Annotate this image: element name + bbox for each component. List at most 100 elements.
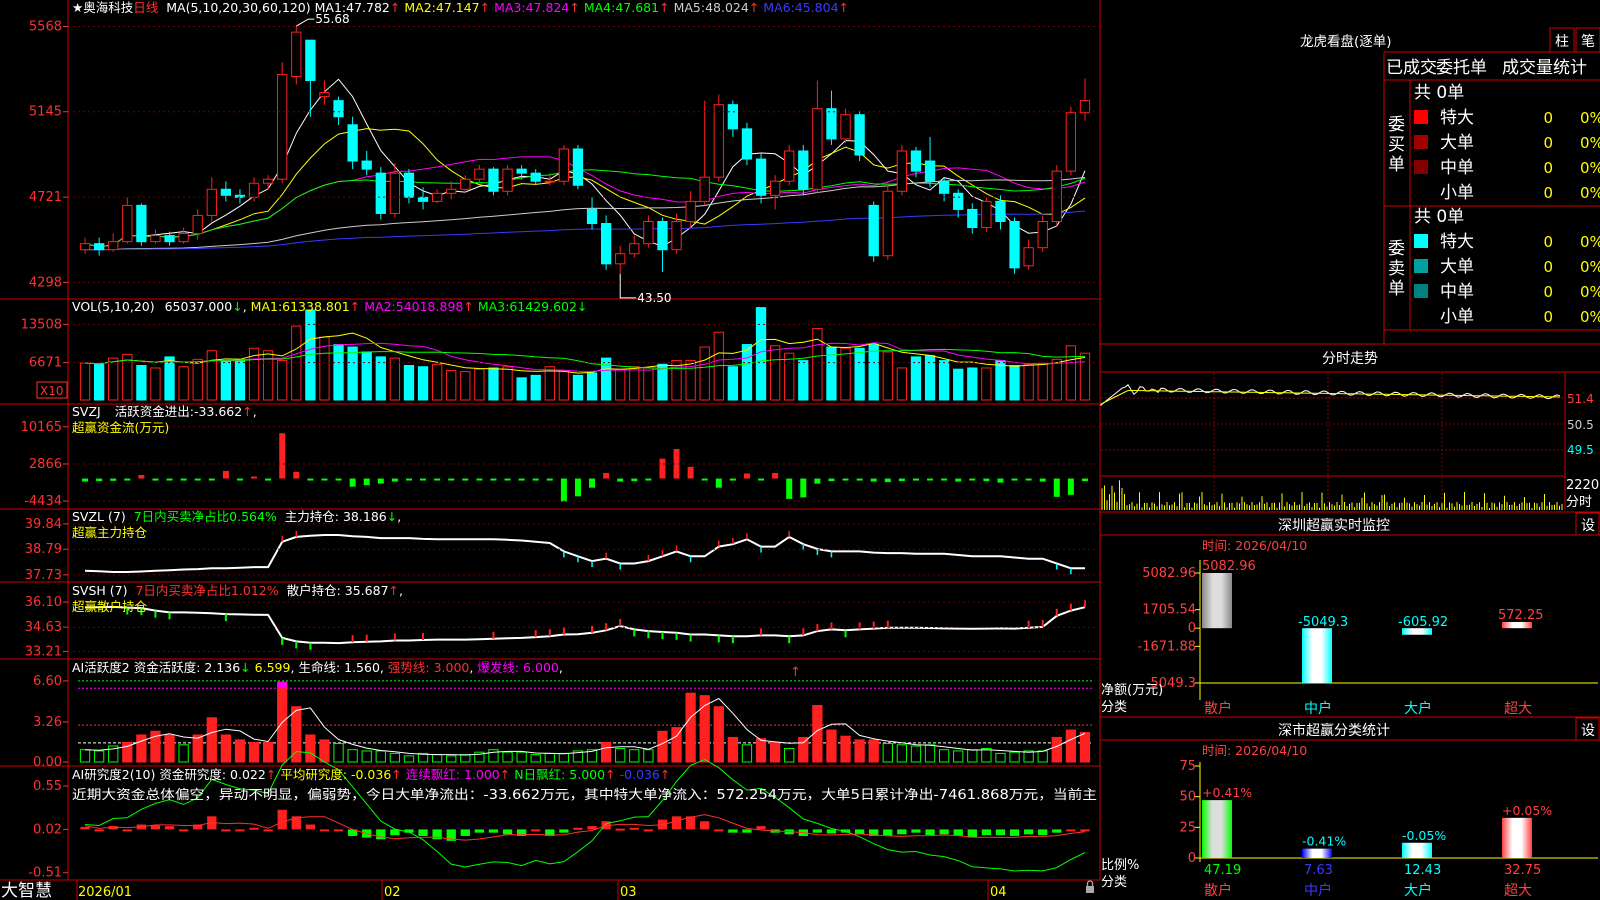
candle[interactable]	[953, 192, 964, 210]
candle[interactable]	[1037, 221, 1048, 249]
ai-active-bar[interactable]	[713, 706, 724, 763]
volume-bar[interactable]	[122, 353, 133, 401]
candle[interactable]	[938, 180, 950, 194]
svzj-bar[interactable]	[208, 478, 215, 481]
svzj-bar[interactable]	[110, 478, 117, 481]
volume-bar[interactable]	[446, 369, 457, 401]
candle[interactable]	[586, 208, 598, 225]
ai-active-bar[interactable]	[389, 752, 401, 763]
ai-research-bar[interactable]	[460, 829, 470, 836]
svzj-bar[interactable]	[687, 466, 694, 479]
svzj-bar[interactable]	[518, 478, 525, 481]
volume-bar[interactable]	[1065, 345, 1077, 401]
svzj-bar[interactable]	[701, 478, 708, 481]
candle[interactable]	[108, 241, 119, 251]
ai-research-bar[interactable]	[756, 826, 766, 830]
ai-active-bar[interactable]	[530, 754, 541, 763]
volume-bar[interactable]	[882, 351, 893, 401]
volume-bar[interactable]	[150, 367, 161, 401]
svzj-bar[interactable]	[603, 472, 610, 479]
volume-bar[interactable]	[981, 367, 992, 401]
volume-bar[interactable]	[671, 360, 682, 401]
volume-bar[interactable]	[938, 360, 950, 401]
volume-bar[interactable]	[431, 363, 443, 401]
ai-active-bar[interactable]	[643, 749, 654, 763]
candle[interactable]	[375, 172, 386, 214]
volume-bar[interactable]	[741, 344, 753, 401]
svzj-bar[interactable]	[955, 478, 962, 482]
candle[interactable]	[643, 221, 654, 245]
svzj-bar[interactable]	[265, 478, 272, 481]
candle[interactable]	[93, 243, 105, 251]
volume-bar[interactable]	[474, 368, 485, 401]
ai-active-bar[interactable]	[826, 729, 837, 763]
candle[interactable]	[206, 188, 217, 216]
svzj-bar[interactable]	[969, 478, 976, 481]
bar-view-button[interactable]: 柱	[1549, 27, 1575, 53]
ai-active-bar[interactable]	[1051, 736, 1062, 763]
svzj-bar[interactable]	[293, 471, 300, 479]
svzj-bar[interactable]	[405, 478, 412, 481]
volume-bar[interactable]	[375, 356, 386, 401]
ai-research-bar[interactable]	[488, 829, 499, 833]
svzj-bar[interactable]	[589, 478, 596, 488]
ai-active-bar[interactable]	[755, 738, 767, 763]
candle[interactable]	[755, 158, 767, 196]
volume-bar[interactable]	[544, 366, 555, 401]
svzj-bar[interactable]	[180, 478, 187, 481]
svzj-bar[interactable]	[349, 478, 356, 487]
candle[interactable]	[713, 104, 724, 178]
candle[interactable]	[896, 150, 908, 192]
candle[interactable]	[192, 214, 203, 235]
candle[interactable]	[699, 176, 710, 202]
volume-bar[interactable]	[460, 371, 471, 401]
candle[interactable]	[446, 188, 457, 194]
monitor-bar-2[interactable]: -605.92 大户	[1398, 615, 1448, 717]
ai-research-bar[interactable]	[94, 829, 104, 832]
volume-bar[interactable]	[79, 362, 91, 401]
ai-research-bar[interactable]	[418, 829, 428, 836]
svzj-bar[interactable]	[420, 478, 427, 481]
candle[interactable]	[910, 150, 922, 172]
ai-active-bar[interactable]	[910, 745, 922, 763]
volume-bar[interactable]	[1051, 358, 1062, 401]
candle[interactable]	[530, 172, 541, 182]
volume-bar[interactable]	[488, 367, 499, 401]
candle[interactable]	[1065, 112, 1077, 172]
candle[interactable]	[741, 128, 753, 160]
volume-bar[interactable]	[136, 365, 147, 401]
candle[interactable]	[868, 204, 879, 257]
volume-bar[interactable]	[93, 363, 105, 401]
ai-active-bar[interactable]	[967, 749, 978, 763]
ai-active-bar[interactable]	[502, 751, 513, 763]
ai-active-bar[interactable]	[361, 750, 372, 763]
ai-research-bar[interactable]	[671, 816, 682, 830]
candle[interactable]	[460, 178, 471, 190]
volume-bar[interactable]	[558, 369, 570, 401]
candle[interactable]	[854, 114, 865, 156]
svzj-bar[interactable]	[800, 478, 807, 498]
candle[interactable]	[1009, 221, 1020, 269]
monitor-bar-1[interactable]: -5049.3 中户	[1298, 615, 1348, 717]
svzj-bars[interactable]	[82, 433, 1088, 502]
ai-research-bar[interactable]	[249, 827, 259, 830]
candle[interactable]	[1079, 100, 1091, 114]
ai-active-bar[interactable]	[685, 692, 696, 763]
candle[interactable]	[136, 204, 147, 243]
volume-bar[interactable]	[530, 374, 541, 401]
volume-bar[interactable]	[206, 350, 217, 401]
ai-research-bar[interactable]	[559, 829, 569, 833]
ai-active-bar[interactable]	[558, 752, 570, 763]
ai-research-bar[interactable]	[700, 821, 710, 830]
candle[interactable]	[882, 190, 893, 257]
volume-bar[interactable]	[995, 360, 1006, 401]
ai-active-bar[interactable]	[854, 739, 865, 763]
ai-research-bar[interactable]	[164, 826, 175, 830]
svzj-bar[interactable]	[1025, 478, 1032, 481]
ai-research-bar[interactable]	[235, 829, 245, 832]
fenshi-chart[interactable]: 51.4 50.5 49.5 2220 分时	[1100, 373, 1599, 510]
ai-active-bar[interactable]	[262, 741, 274, 763]
ai-active-bar[interactable]	[234, 739, 246, 763]
ai-active-bar[interactable]	[206, 717, 217, 763]
svzj-bar[interactable]	[870, 478, 877, 482]
